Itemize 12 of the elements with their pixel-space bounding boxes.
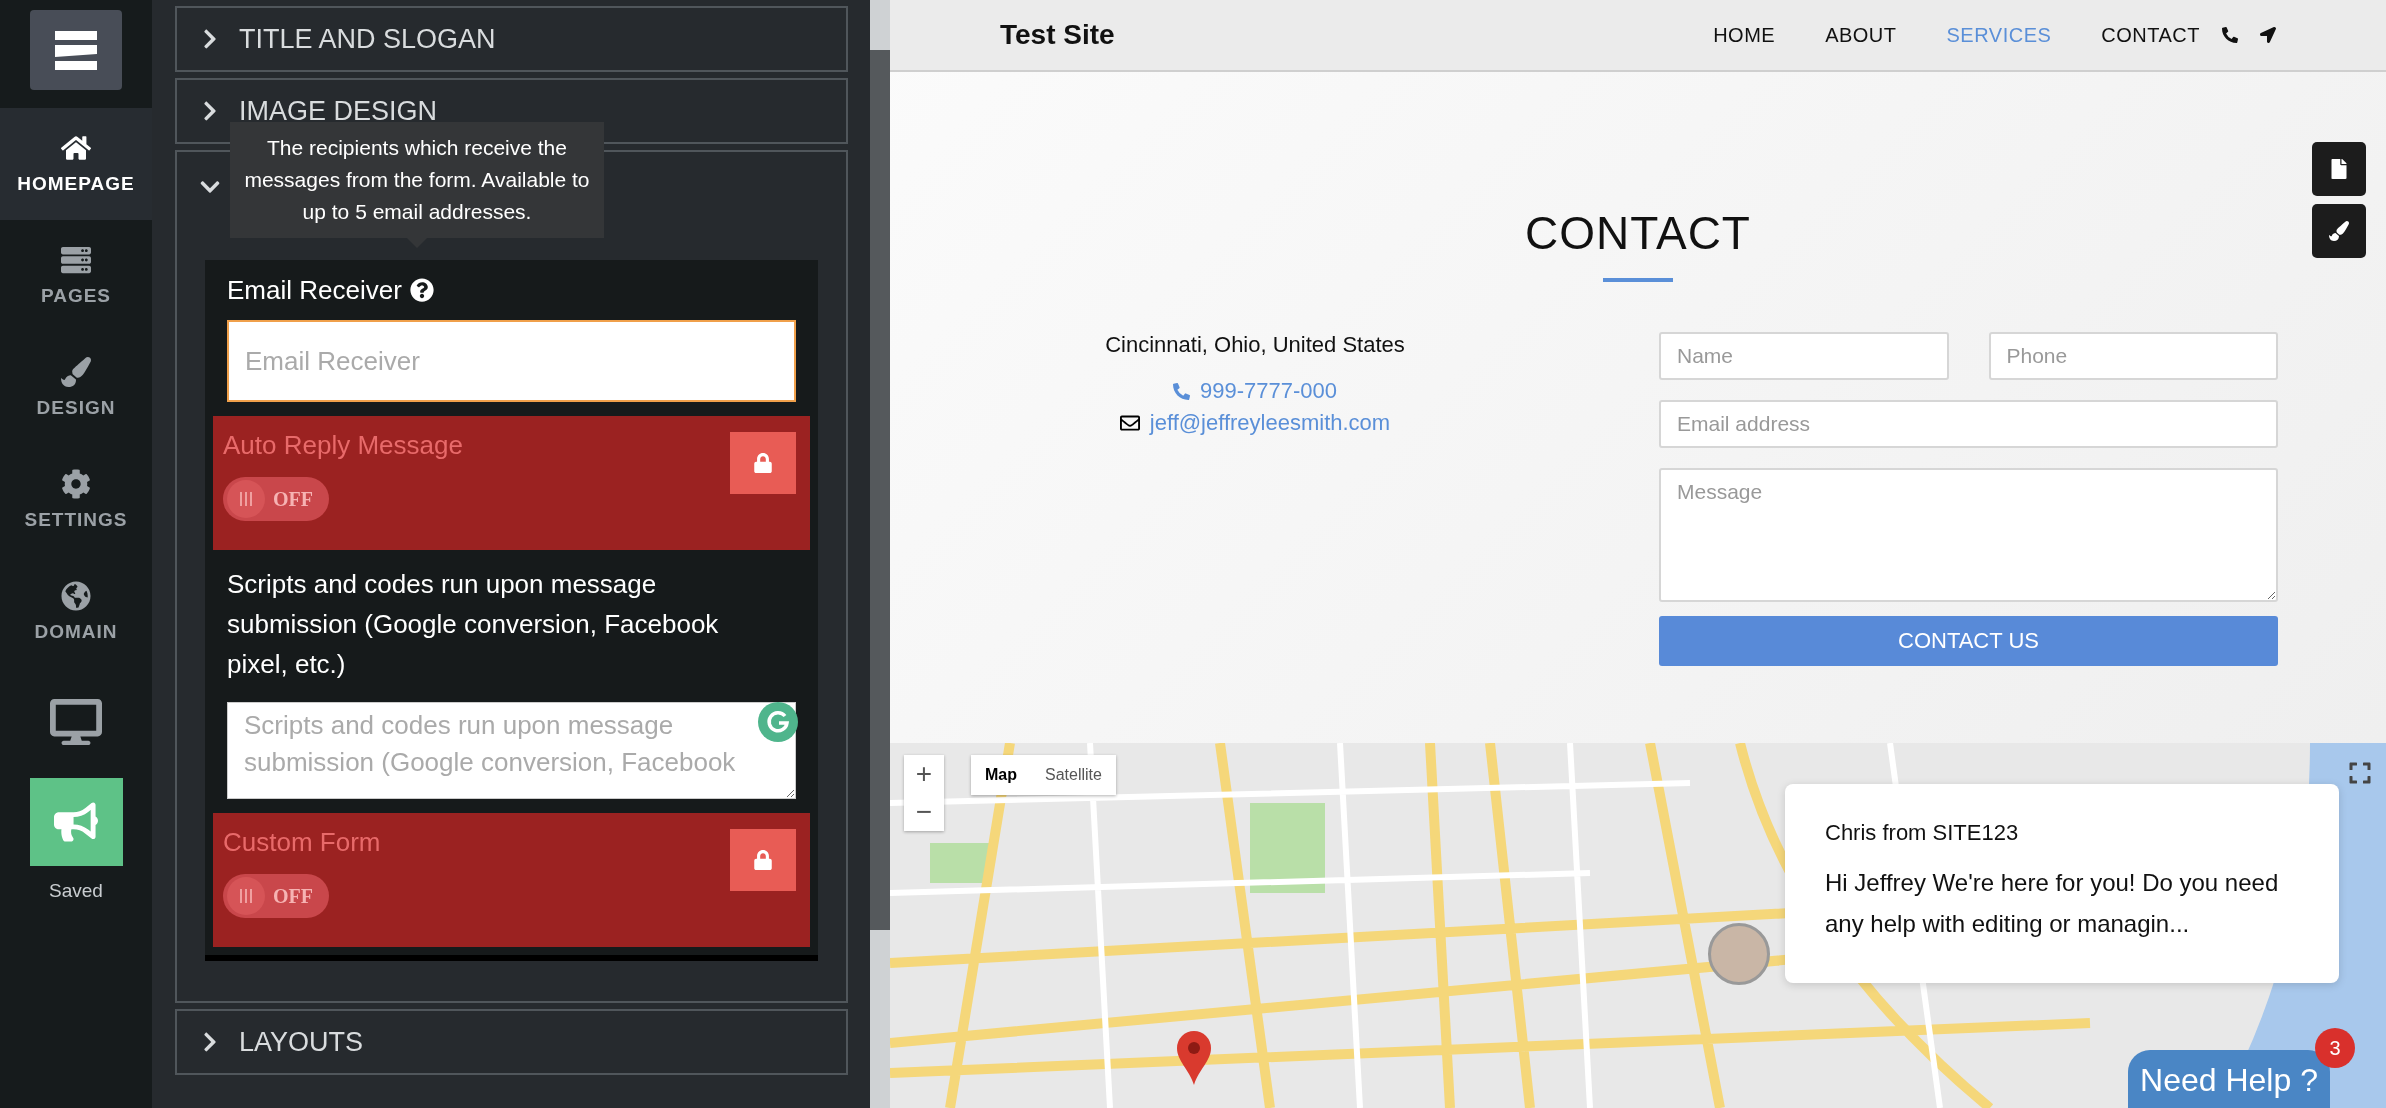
tooltip: The recipients which receive the messages from the form. Available to up to 5 email addresses. <box>230 122 604 238</box>
section-title: TITLE AND SLOGAN <box>239 23 496 55</box>
address-text: Cincinnati, Ohio, United States <box>1105 332 1405 358</box>
setting-label: Auto Reply Message <box>223 430 464 461</box>
chat-sender: Chris from SITE123 <box>1825 820 2020 846</box>
setting-label: Custom Form <box>223 827 382 858</box>
field-label: Email Receiver <box>227 274 402 307</box>
save-status: Saved <box>49 880 103 902</box>
section-title: LAYOUTS <box>239 1026 364 1058</box>
chat-message: Hi Jeffrey We're here for you! Do you need any help with editing or managin... <box>1825 868 2280 939</box>
section-heading: CONTACT <box>1525 206 1751 260</box>
field-label: Scripts and codes run upon message submission (Google conversion, Facebook pixel, etc.) <box>227 568 720 681</box>
